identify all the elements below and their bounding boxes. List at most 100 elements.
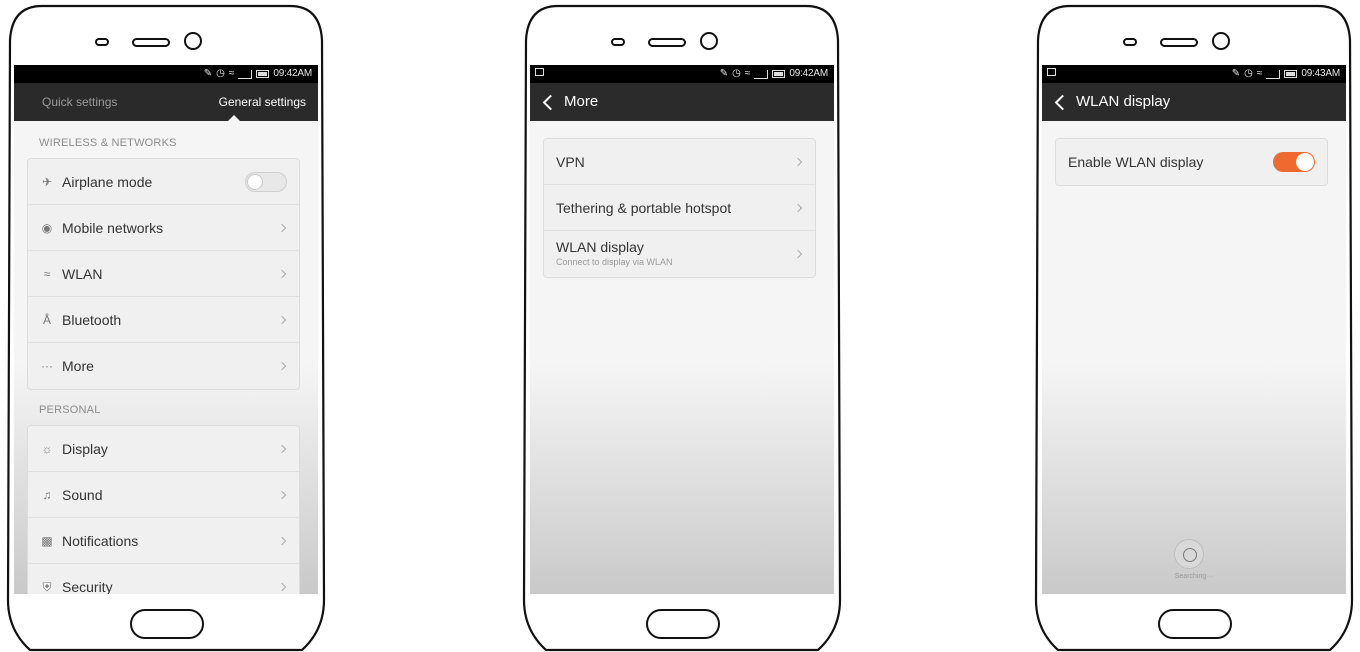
chevron-right-icon	[793, 157, 803, 167]
battery-icon	[1284, 70, 1298, 78]
screen: ✎ ◷ ≈ 09:42AM Quick settings General set…	[14, 65, 318, 594]
home-button[interactable]	[130, 609, 204, 639]
wifi-icon: ≈	[744, 68, 751, 79]
section-title-personal: PERSONAL	[39, 404, 101, 416]
airplane-icon: ✈	[41, 175, 53, 189]
chevron-right-icon	[277, 315, 287, 325]
row-label: Mobile networks	[62, 220, 164, 236]
row-label: Tethering & portable hotspot	[556, 200, 732, 216]
row-label: VPN	[556, 154, 585, 170]
front-camera	[1212, 32, 1230, 50]
row-label: WLAN	[62, 266, 103, 282]
action-bar: More	[530, 83, 834, 121]
page-title: WLAN display	[1076, 93, 1171, 110]
phone-more-settings: ✎ ◷ ≈ 09:42AM More VPN Tethering & porta…	[518, 0, 846, 652]
searching-spinner-icon	[1174, 539, 1204, 569]
mute-icon: ✎	[1231, 68, 1241, 79]
display-icon: ☼	[41, 442, 53, 456]
settings-row-mobile-networks[interactable]: ◉ Mobile networks	[28, 205, 299, 251]
back-icon[interactable]	[542, 94, 559, 111]
row-label: Notifications	[62, 533, 139, 549]
settings-row-security[interactable]: ⛨ Security	[28, 564, 299, 594]
section-title-wireless: WIRELESS & NETWORKS	[39, 137, 177, 149]
chevron-right-icon	[793, 203, 803, 213]
settings-row-sound[interactable]: ♫ Sound	[28, 472, 299, 518]
status-bar: ✎ ◷ ≈ 09:43AM	[1042, 65, 1346, 83]
chevron-right-icon	[277, 223, 287, 233]
wifi-icon: ≈	[43, 267, 51, 281]
front-camera	[184, 32, 202, 50]
row-label: Display	[62, 441, 108, 457]
back-icon[interactable]	[1054, 94, 1071, 111]
chevron-right-icon	[277, 582, 287, 592]
notifications-icon: ▩	[41, 534, 53, 548]
earpiece-speaker	[132, 38, 170, 47]
chevron-right-icon	[277, 444, 287, 454]
screen: ✎ ◷ ≈ 09:43AM WLAN display Enable WLAN d…	[1042, 65, 1346, 594]
status-bar: ✎ ◷ ≈ 09:42AM	[14, 65, 318, 83]
signal-icon	[238, 69, 253, 79]
phone-wlan-display: ✎ ◷ ≈ 09:43AM WLAN display Enable WLAN d…	[1030, 0, 1358, 652]
tab-quick-settings[interactable]: Quick settings	[42, 83, 117, 121]
settings-row-vpn[interactable]: VPN	[544, 139, 815, 185]
settings-row-display[interactable]: ☼ Display	[28, 426, 299, 472]
wireless-networks-group: ✈ Airplane mode ◉ Mobile networks ≈ WLAN…	[27, 158, 300, 390]
more-dots-icon: ···	[41, 359, 53, 373]
airplane-mode-toggle[interactable]	[245, 172, 287, 192]
front-camera	[700, 32, 718, 50]
status-time: 09:42AM	[789, 68, 828, 79]
settings-row-notifications[interactable]: ▩ Notifications	[28, 518, 299, 564]
sound-icon: ♫	[42, 488, 52, 502]
mobile-network-icon: ◉	[41, 221, 53, 235]
screenshot-icon	[535, 68, 544, 76]
screen: ✎ ◷ ≈ 09:42AM More VPN Tethering & porta…	[530, 65, 834, 594]
alarm-icon: ◷	[732, 68, 741, 79]
status-time: 09:42AM	[273, 68, 312, 79]
bluetooth-icon: Å	[42, 313, 51, 327]
page-title: More	[564, 93, 599, 110]
proximity-sensor	[611, 38, 625, 46]
row-sublabel: Connect to display via WLAN	[556, 257, 673, 267]
row-label: More	[62, 358, 94, 374]
settings-row-tethering[interactable]: Tethering & portable hotspot	[544, 185, 815, 231]
chevron-right-icon	[277, 536, 287, 546]
chevron-right-icon	[277, 361, 287, 371]
row-label: Bluetooth	[62, 312, 122, 328]
more-options-group: VPN Tethering & portable hotspot WLAN di…	[543, 138, 816, 278]
settings-row-wlan-display[interactable]: WLAN display Connect to display via WLAN	[544, 231, 815, 277]
alarm-icon: ◷	[1244, 68, 1253, 79]
settings-row-airplane-mode[interactable]: ✈ Airplane mode	[28, 159, 299, 205]
mute-icon: ✎	[203, 68, 213, 79]
chevron-right-icon	[793, 249, 803, 259]
settings-row-more[interactable]: ··· More	[28, 343, 299, 389]
settings-row-enable-wlan-display[interactable]: Enable WLAN display	[1056, 139, 1327, 185]
settings-row-wlan[interactable]: ≈ WLAN	[28, 251, 299, 297]
battery-icon	[256, 70, 270, 78]
status-time: 09:43AM	[1301, 68, 1340, 79]
settings-tab-bar: Quick settings General settings	[14, 83, 318, 121]
chevron-right-icon	[277, 269, 287, 279]
settings-row-bluetooth[interactable]: Å Bluetooth	[28, 297, 299, 343]
earpiece-speaker	[1160, 38, 1198, 47]
searching-status: Searching···	[1174, 573, 1214, 580]
toggle-knob	[1296, 153, 1314, 171]
home-button[interactable]	[646, 609, 720, 639]
wifi-icon: ≈	[1256, 68, 1263, 79]
row-label: Airplane mode	[62, 174, 153, 190]
status-bar: ✎ ◷ ≈ 09:42AM	[530, 65, 834, 83]
chevron-right-icon	[277, 490, 287, 500]
earpiece-speaker	[648, 38, 686, 47]
home-button[interactable]	[1158, 609, 1232, 639]
screenshot-icon	[1047, 68, 1056, 76]
proximity-sensor	[95, 38, 109, 46]
proximity-sensor	[1123, 38, 1137, 46]
enable-wlan-display-toggle[interactable]	[1273, 152, 1315, 172]
mute-icon: ✎	[719, 68, 729, 79]
row-label: Enable WLAN display	[1068, 154, 1204, 170]
signal-icon	[1266, 69, 1281, 79]
alarm-icon: ◷	[216, 68, 225, 79]
action-bar: WLAN display	[1042, 83, 1346, 121]
signal-icon	[754, 69, 769, 79]
selected-tab-indicator	[228, 115, 240, 121]
security-icon: ⛨	[42, 580, 52, 594]
